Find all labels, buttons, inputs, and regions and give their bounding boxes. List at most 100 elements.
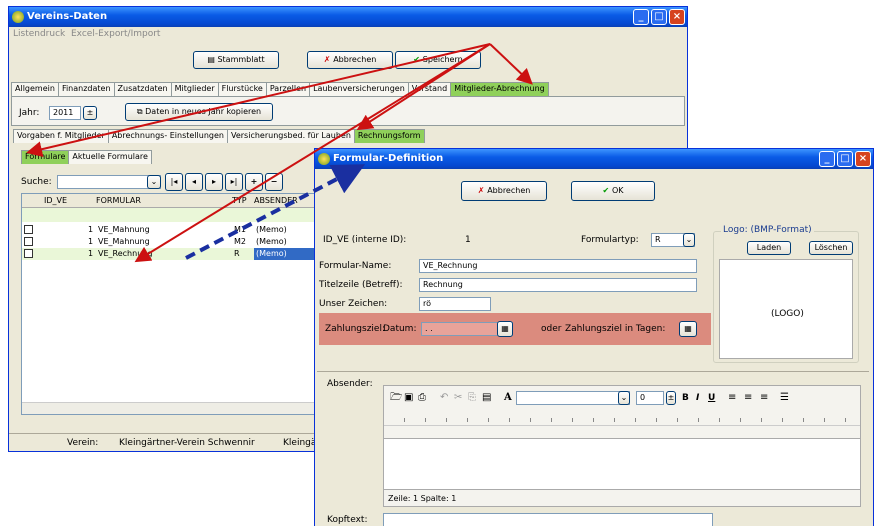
id-value: 1 bbox=[465, 235, 471, 245]
tab-zusatzdaten[interactable]: Zusatzdaten bbox=[113, 82, 172, 96]
paste-icon[interactable]: ▤ bbox=[482, 390, 491, 406]
font-size-input[interactable]: 0 bbox=[636, 391, 664, 405]
kopftext-input[interactable] bbox=[383, 513, 713, 526]
nav-last-button[interactable]: ▸| bbox=[225, 173, 243, 191]
formular-definition-dialog: Formular-Definition _ □ × ✗ Abbrechen ✔ … bbox=[314, 148, 874, 526]
tab-finanzdaten[interactable]: Finanzdaten bbox=[57, 82, 115, 96]
editor-status: Zeile: 1 Spalte: 1 bbox=[388, 494, 457, 503]
underline-icon[interactable]: U bbox=[708, 390, 715, 406]
grid-scrollbar[interactable] bbox=[22, 402, 316, 414]
editor-toolbar: 🗁 ▣ ⎙ ↶ ✂ ⎘ ▤ A ⌄ 0 ± B I U ≡ ≡ ≡ ☰ bbox=[384, 390, 860, 406]
window-title: Vereins-Daten bbox=[27, 11, 108, 22]
dialog-minimize-button[interactable]: _ bbox=[819, 151, 835, 167]
editor-ruler bbox=[384, 410, 860, 426]
row-checkbox[interactable] bbox=[24, 249, 33, 258]
main-tabs: Allgemein Finanzdaten Zusatzdaten Mitgli… bbox=[11, 82, 549, 96]
logo-laden-button[interactable]: Laden bbox=[747, 241, 791, 255]
tab-laubenversicherungen[interactable]: Laubenversicherungen bbox=[309, 82, 409, 96]
font-size-spinner[interactable]: ± bbox=[666, 391, 676, 405]
cut-icon[interactable]: ✂ bbox=[454, 390, 462, 406]
col-formular[interactable]: FORMULAR bbox=[96, 194, 141, 208]
col-absender[interactable]: ABSENDER bbox=[254, 194, 298, 208]
form-tabs: Formulare Aktuelle Formulare bbox=[21, 150, 152, 164]
formulartyp-dropdown[interactable]: ⌄ bbox=[683, 233, 695, 247]
open-folder-icon[interactable]: 🗁 bbox=[390, 390, 402, 406]
dialog-close-button[interactable]: × bbox=[855, 151, 871, 167]
editor-text-area[interactable] bbox=[384, 438, 860, 490]
copy-icon[interactable]: ⎘ bbox=[468, 390, 476, 406]
stammblatt-button[interactable]: ▤ Stammblatt bbox=[193, 51, 279, 69]
bold-icon[interactable]: B bbox=[682, 390, 689, 406]
dialog-title-bar: Formular-Definition _ □ × bbox=[315, 149, 873, 169]
minimize-button[interactable]: _ bbox=[633, 9, 649, 25]
maximize-button[interactable]: □ bbox=[651, 9, 667, 25]
jahr-label: Jahr: bbox=[19, 108, 40, 118]
subtab-versicherungsbed[interactable]: Versicherungsbed. für Lauben bbox=[226, 129, 355, 143]
tab-panel bbox=[11, 96, 685, 126]
font-select[interactable] bbox=[516, 391, 630, 405]
tage-input[interactable]: ▦ bbox=[679, 321, 697, 337]
dialog-title: Formular-Definition bbox=[333, 153, 444, 164]
calendar-icon[interactable]: ▦ bbox=[497, 321, 513, 337]
italic-icon[interactable]: I bbox=[696, 390, 699, 406]
subtab-rechnungsform[interactable]: Rechnungsform bbox=[353, 129, 425, 143]
nav-first-button[interactable]: |◂ bbox=[165, 173, 183, 191]
font-icon[interactable]: A bbox=[504, 390, 512, 406]
subtab-abrechnungs-einstellungen[interactable]: Abrechnungs- Einstellungen bbox=[107, 129, 228, 143]
grid-filter-row[interactable] bbox=[22, 208, 316, 222]
formular-name-input[interactable]: VE_Rechnung bbox=[419, 259, 697, 273]
nav-next-button[interactable]: ▸ bbox=[205, 173, 223, 191]
align-right-icon[interactable]: ≡ bbox=[760, 390, 768, 406]
nav-delete-button[interactable]: − bbox=[265, 173, 283, 191]
dialog-ok-button[interactable]: ✔ OK bbox=[571, 181, 655, 201]
tab-mitglieder-abrechnung[interactable]: Mitglieder-Abrechnung bbox=[450, 82, 549, 96]
logo-loeschen-button[interactable]: Löschen bbox=[809, 241, 853, 255]
row-checkbox[interactable] bbox=[24, 225, 33, 234]
nav-add-button[interactable]: + bbox=[245, 173, 263, 191]
col-id-ve[interactable]: ID_VE bbox=[44, 194, 67, 208]
undo-icon[interactable]: ↶ bbox=[440, 390, 448, 406]
align-left-icon[interactable]: ≡ bbox=[728, 390, 736, 406]
subtab-vorgaben[interactable]: Vorgaben f. Mitglieder bbox=[13, 129, 109, 143]
zahlungsziel-tage-label: Zahlungsziel in Tagen: bbox=[565, 324, 666, 334]
jahr-input[interactable]: 2011 bbox=[49, 106, 81, 120]
titelzeile-input[interactable]: Rechnung bbox=[419, 278, 697, 292]
tab-allgemein[interactable]: Allgemein bbox=[11, 82, 59, 96]
subtab-aktuelle-formulare[interactable]: Aktuelle Formulare bbox=[68, 150, 152, 164]
table-row-selected[interactable]: 1 VE_Rechnung R (Memo) bbox=[22, 248, 316, 260]
jahr-spinner[interactable]: ± bbox=[83, 106, 97, 120]
speichern-button[interactable]: ✔ Speichern bbox=[395, 51, 481, 69]
unser-zeichen-input[interactable]: rö bbox=[419, 297, 491, 311]
formulartyp-label: Formulartyp: bbox=[581, 235, 639, 245]
dialog-maximize-button[interactable]: □ bbox=[837, 151, 853, 167]
subtab-formulare[interactable]: Formulare bbox=[21, 150, 70, 164]
status-verein-label: Verein: bbox=[67, 438, 99, 448]
datum-label: Datum: bbox=[383, 324, 417, 334]
dialog-abbrechen-button[interactable]: ✗ Abbrechen bbox=[461, 181, 547, 201]
status-verein-value: Kleingärtner-Verein Schwennir bbox=[119, 438, 255, 448]
abbrechen-button[interactable]: ✗ Abbrechen bbox=[307, 51, 393, 69]
menu-listendruck[interactable]: Listendruck bbox=[13, 29, 65, 39]
table-row[interactable]: 1 VE_Mahnung M2 (Memo) bbox=[22, 236, 316, 248]
suche-dropdown[interactable]: ⌄ bbox=[147, 175, 161, 189]
print-icon[interactable]: ⎙ bbox=[418, 390, 426, 406]
app-icon bbox=[318, 153, 330, 165]
menu-excel-export[interactable]: Excel-Export/Import bbox=[71, 29, 160, 39]
formular-name-label: Formular-Name: bbox=[319, 261, 392, 271]
align-center-icon[interactable]: ≡ bbox=[744, 390, 752, 406]
tab-parzellen[interactable]: Parzellen bbox=[265, 82, 311, 96]
bullet-list-icon[interactable]: ☰ bbox=[780, 390, 789, 406]
copy-year-button[interactable]: ⧉ Daten in neues Jahr kopieren bbox=[125, 103, 273, 121]
tab-vorstand[interactable]: Vorstand bbox=[407, 82, 452, 96]
close-button[interactable]: × bbox=[669, 9, 685, 25]
nav-prev-button[interactable]: ◂ bbox=[185, 173, 203, 191]
row-checkbox[interactable] bbox=[24, 237, 33, 246]
col-typ[interactable]: TYP bbox=[232, 194, 254, 208]
tab-flurstuecke[interactable]: Flurstücke bbox=[217, 82, 267, 96]
save-icon[interactable]: ▣ bbox=[404, 390, 413, 406]
suche-input[interactable] bbox=[57, 175, 161, 189]
tab-mitglieder[interactable]: Mitglieder bbox=[170, 82, 219, 96]
table-row[interactable]: 1 VE_Mahnung M1 (Memo) bbox=[22, 224, 316, 236]
divider bbox=[317, 371, 869, 372]
font-dropdown[interactable]: ⌄ bbox=[618, 391, 630, 405]
